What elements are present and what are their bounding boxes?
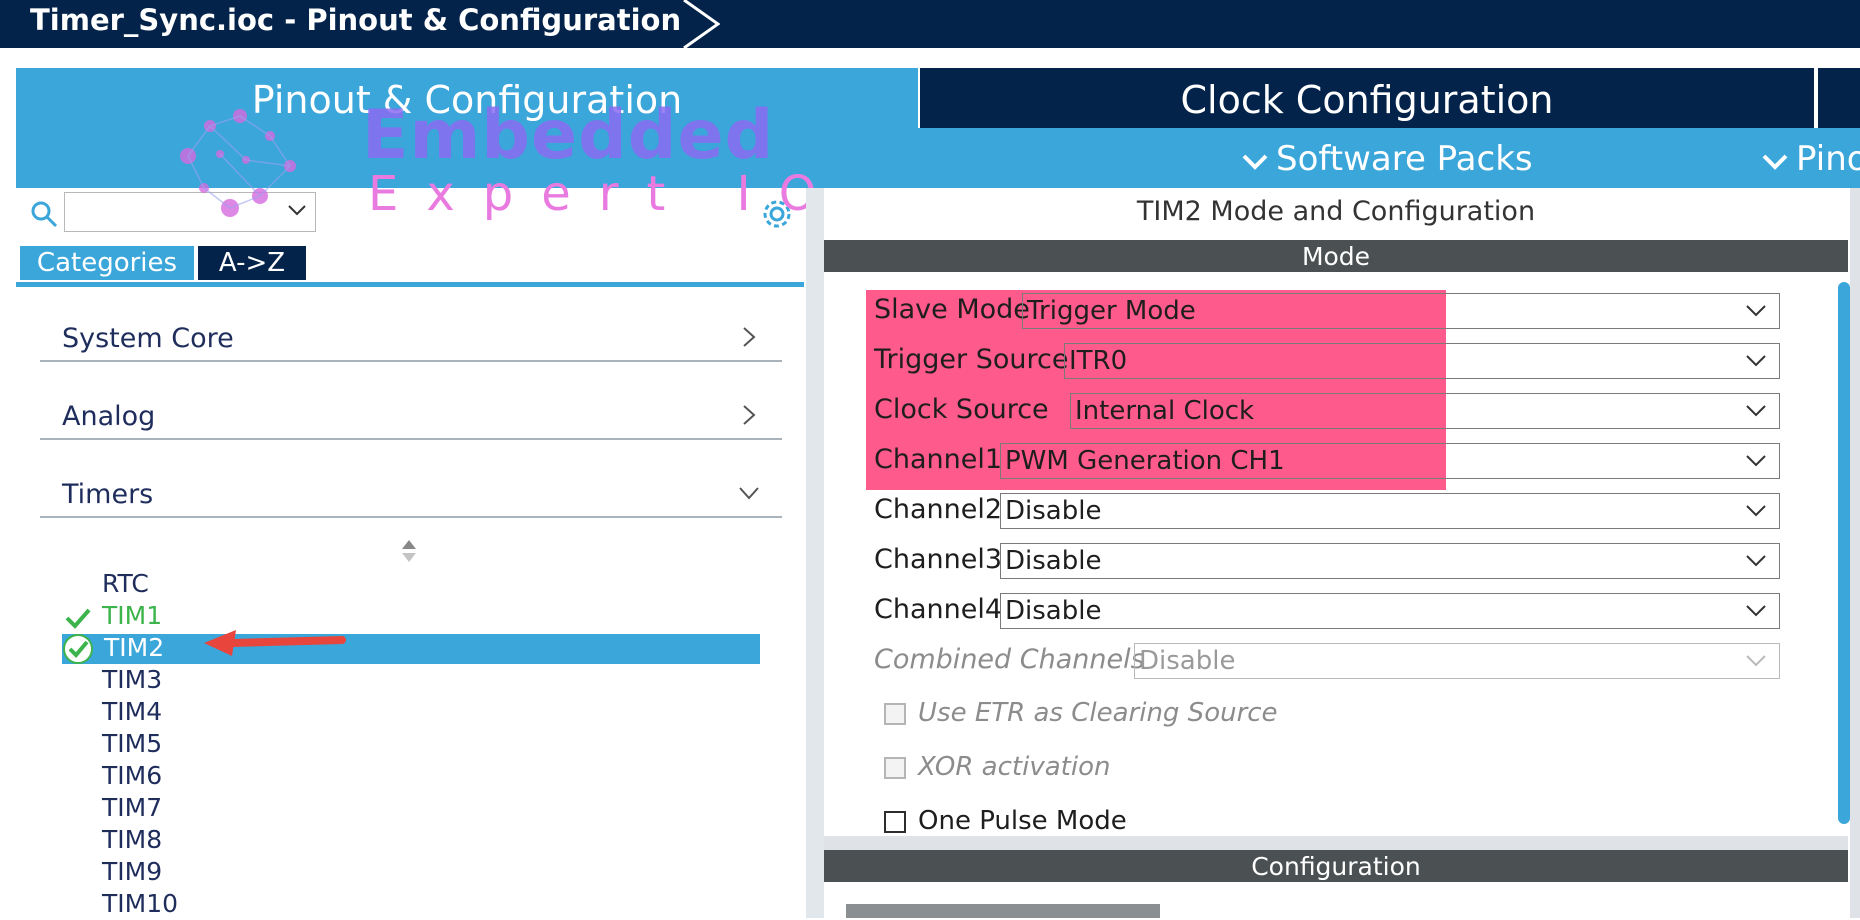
panel-splitter[interactable] <box>806 188 824 918</box>
section-gap <box>824 836 1848 850</box>
one-pulse-mode-label: One Pulse Mode <box>918 806 1127 836</box>
slave-mode-label: Slave Mode <box>874 294 1030 325</box>
timer-item-tim9[interactable]: TIM9 <box>102 856 162 888</box>
mode-scrollbar-thumb[interactable] <box>1838 282 1850 824</box>
timer-item-tim3[interactable]: TIM3 <box>102 664 162 696</box>
software-packs-label: Software Packs <box>1276 139 1533 179</box>
timer-item-tim10[interactable]: TIM10 <box>102 888 178 920</box>
category-system-core[interactable]: System Core <box>40 288 782 362</box>
timer-item-tim6[interactable]: TIM6 <box>102 760 162 792</box>
channel2-select[interactable]: Disable <box>1000 493 1780 529</box>
pinout-menu-label: Pino <box>1796 139 1860 179</box>
channel3-label: Channel3 <box>874 544 1003 575</box>
chevron-down-icon <box>1746 355 1766 367</box>
watermark-subtitle: Expert IO <box>368 166 845 222</box>
chevron-down-icon <box>1746 305 1766 317</box>
channel3-select[interactable]: Disable <box>1000 543 1780 579</box>
trigger-source-value: ITR0 <box>1069 346 1128 376</box>
watermark-logo-icon <box>180 109 296 217</box>
channel4-select[interactable]: Disable <box>1000 593 1780 629</box>
use-etr-label: Use ETR as Clearing Source <box>918 698 1278 728</box>
chevron-down-icon <box>1746 455 1766 467</box>
chevron-right-icon <box>743 327 756 347</box>
channel2-label: Channel2 <box>874 494 1003 525</box>
chevron-down-icon <box>739 487 759 500</box>
breadcrumb-separator-icon <box>683 0 720 48</box>
trigger-source-label: Trigger Source <box>874 344 1069 375</box>
timer-item-tim2[interactable]: TIM2 <box>104 632 164 664</box>
slave-mode-value: Trigger Mode <box>1027 296 1196 326</box>
clock-source-label: Clock Source <box>874 394 1049 425</box>
search-icon[interactable] <box>30 200 58 228</box>
slave-mode-select[interactable]: Trigger Mode <box>1022 293 1780 329</box>
tab-a-z[interactable]: A->Z <box>198 246 306 280</box>
outer-scrollbar[interactable] <box>1850 188 1860 918</box>
chevron-down-icon <box>1762 154 1788 170</box>
timer-item-rtc[interactable]: RTC <box>102 568 149 600</box>
tab-clock-configuration[interactable]: Clock Configuration <box>920 68 1814 128</box>
clock-source-select[interactable]: Internal Clock <box>1070 393 1780 429</box>
channel1-label: Channel1 <box>874 444 1003 475</box>
category-timers[interactable]: Timers <box>40 444 782 518</box>
watermark-title: Embedded <box>362 96 775 175</box>
category-label: System Core <box>62 323 234 354</box>
trigger-source-select[interactable]: ITR0 <box>1064 343 1780 379</box>
mode-header[interactable]: Mode <box>824 240 1848 272</box>
selected-row-highlight[interactable] <box>62 634 760 664</box>
tab-underline <box>16 282 804 287</box>
channel1-value: PWM Generation CH1 <box>1005 446 1285 476</box>
chevron-right-icon <box>743 405 756 425</box>
configuration-button[interactable] <box>846 904 1160 918</box>
timer-item-tim5[interactable]: TIM5 <box>102 728 162 760</box>
combined-channels-select[interactable]: Disable <box>1134 643 1780 679</box>
channel4-value: Disable <box>1005 596 1102 626</box>
chevron-down-icon <box>1746 605 1766 617</box>
checkmark-icon <box>65 608 91 629</box>
breadcrumb-title[interactable]: Timer_Sync.ioc - Pinout & Configuration <box>30 0 681 40</box>
timer-item-tim1[interactable]: TIM1 <box>102 600 162 632</box>
chevron-down-icon <box>1242 154 1268 170</box>
pinout-menu[interactable]: Pino <box>1760 128 1860 188</box>
panel-title: TIM2 Mode and Configuration <box>1136 196 1536 227</box>
software-packs-menu[interactable]: Software Packs <box>1240 128 1533 188</box>
xor-activation-checkbox[interactable] <box>884 757 906 779</box>
combined-channels-value: Disable <box>1139 646 1236 676</box>
timer-item-tim4[interactable]: TIM4 <box>102 696 162 728</box>
channel4-label: Channel4 <box>874 594 1003 625</box>
category-analog[interactable]: Analog <box>40 366 782 440</box>
channel1-select[interactable]: PWM Generation CH1 <box>1000 443 1780 479</box>
channel3-value: Disable <box>1005 546 1102 576</box>
tab-overflow[interactable] <box>1818 68 1860 128</box>
xor-activation-label: XOR activation <box>918 752 1111 782</box>
category-label: Analog <box>62 401 156 432</box>
combined-channels-label: Combined Channels <box>874 644 1145 675</box>
list-sort-handle-icon[interactable] <box>400 538 418 564</box>
red-arrow-icon <box>204 630 346 656</box>
tab-categories[interactable]: Categories <box>20 246 194 280</box>
timer-item-tim8[interactable]: TIM8 <box>102 824 162 856</box>
channel2-value: Disable <box>1005 496 1102 526</box>
configuration-header[interactable]: Configuration <box>824 850 1848 882</box>
one-pulse-mode-checkbox[interactable] <box>884 811 906 833</box>
chevron-down-icon <box>1746 555 1766 567</box>
clock-source-value: Internal Clock <box>1075 396 1255 426</box>
chevron-down-icon <box>1746 655 1766 667</box>
chevron-down-icon <box>1746 505 1766 517</box>
checkmark-icon <box>63 634 93 664</box>
use-etr-checkbox[interactable] <box>884 703 906 725</box>
timer-item-tim7[interactable]: TIM7 <box>102 792 162 824</box>
chevron-down-icon <box>1746 405 1766 417</box>
category-label: Timers <box>62 479 154 510</box>
